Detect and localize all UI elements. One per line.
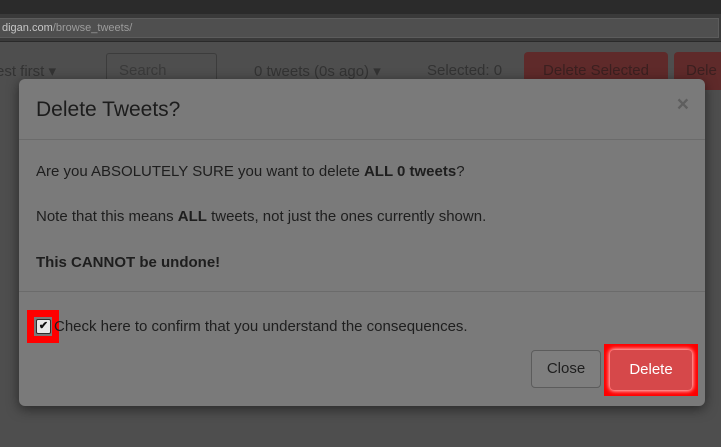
modal-header: Delete Tweets? ×: [19, 79, 705, 140]
warning-line-2-suffix: tweets, not just the ones currently show…: [206, 208, 487, 225]
warning-line-1-prefix: Are you ABSOLUTELY SURE you want to dele…: [36, 163, 364, 180]
warning-line-2-bold: ALL: [177, 208, 207, 225]
modal-footer-divider: [19, 291, 705, 292]
delete-button-highlight-box: Delete: [604, 344, 698, 396]
selected-count-label: Selected: 0: [427, 62, 503, 79]
browser-address-bar: digan.com/browse_tweets/: [0, 14, 721, 42]
modal-title: Delete Tweets?: [36, 98, 181, 121]
warning-line-2: Note that this means ALL tweets, not jus…: [36, 208, 486, 225]
delete-tweets-modal: Delete Tweets? × Are you ABSOLUTELY SURE…: [19, 79, 705, 406]
checkbox-wrapper: ✔: [34, 317, 52, 336]
delete-button[interactable]: Delete: [610, 350, 692, 390]
confirm-checkbox[interactable]: ✔: [36, 319, 51, 334]
confirm-checkbox-label[interactable]: Check here to confirm that you understan…: [54, 318, 468, 335]
warning-line-2-prefix: Note that this means: [36, 208, 178, 225]
warning-line-1-suffix: ?: [456, 163, 465, 180]
browser-top-bar: [0, 0, 721, 14]
sort-dropdown[interactable]: est first ▾: [0, 62, 56, 80]
warning-line-1-bold: ALL 0 tweets: [363, 163, 457, 180]
close-button[interactable]: Close: [531, 350, 601, 388]
warning-line-1: Are you ABSOLUTELY SURE you want to dele…: [36, 163, 465, 180]
tweet-count-dropdown[interactable]: 0 tweets (0s ago) ▾: [254, 62, 381, 80]
url-field[interactable]: digan.com/browse_tweets/: [0, 18, 719, 38]
warning-line-3: This CANNOT be undone!: [36, 254, 220, 271]
url-path: /browse_tweets/: [52, 22, 133, 34]
url-domain: digan.com: [2, 22, 53, 34]
warning-line-3-bold: This CANNOT be undone!: [36, 254, 221, 271]
close-icon[interactable]: ×: [677, 93, 689, 117]
